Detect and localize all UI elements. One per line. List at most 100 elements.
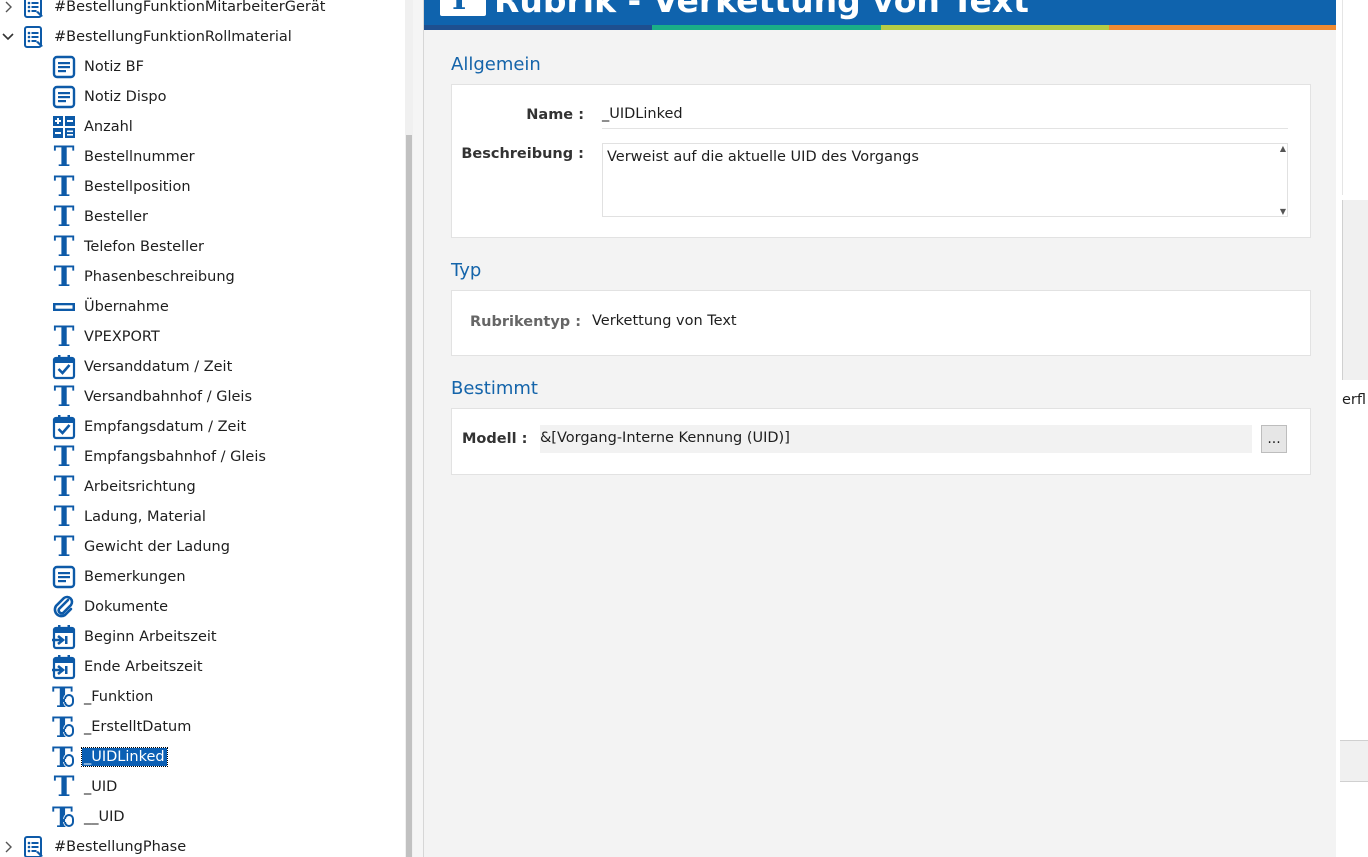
tree-view[interactable]: #BestellungFunktionMitarbeiterGerät #Best… (0, 0, 405, 857)
flag-bar-icon (52, 294, 76, 320)
name-label: Name : (526, 107, 584, 123)
list-doc-icon (22, 24, 46, 50)
tree-scrollbar-thumb[interactable] (406, 135, 412, 857)
tree-item-label: Versandbahnhof / Gleis (84, 389, 253, 405)
tree-item-label: Ende Arbeitszeit (84, 659, 203, 675)
rubrikentyp-label: Rubrikentyp : (470, 314, 582, 330)
tree-item-label: Empfangsbahnhof / Gleis (84, 449, 266, 465)
text-icon: T (440, 0, 486, 16)
text-icon: T (53, 380, 75, 413)
tree-item[interactable]: Notiz Dispo (52, 82, 168, 112)
tree-item[interactable]: Bemerkungen (52, 562, 188, 592)
tree-scrollbar[interactable] (405, 0, 413, 857)
chevron-right-icon[interactable] (0, 839, 16, 855)
tree-item[interactable]: T _UID (52, 772, 119, 802)
note-icon (52, 564, 76, 590)
beschreibung-text: Verweist auf die aktuelle UID des Vorgan… (607, 149, 919, 165)
text-icon: T (53, 500, 75, 533)
chevron-down-icon[interactable] (0, 29, 16, 45)
tree-item[interactable]: T Arbeitsrichtung (52, 472, 198, 502)
tree-item-label: Dokumente (84, 599, 169, 615)
tree-item[interactable]: T Gewicht der Ladung (52, 532, 232, 562)
text-icon: T (53, 530, 75, 563)
text-icon: T (53, 770, 75, 803)
tree-item[interactable]: Anzahl (52, 112, 135, 142)
tree-item[interactable]: T Bestellposition (52, 172, 193, 202)
tree-item[interactable]: T Telefon Besteller (52, 232, 206, 262)
list-doc-icon (22, 0, 46, 20)
tree-item[interactable]: Beginn Arbeitszeit (52, 622, 219, 652)
scroll-up-icon[interactable]: ▲ (1280, 144, 1286, 153)
tree-item[interactable]: Empfangsdatum / Zeit (52, 412, 248, 442)
background-window-pane (1342, 200, 1368, 380)
tree-item-label: Phasenbeschreibung (84, 269, 235, 285)
tree-item[interactable]: Dokumente (52, 592, 170, 622)
tree-item-label: #BestellungPhase (54, 839, 187, 855)
tree-item[interactable]: T Versandbahnhof / Gleis (52, 382, 254, 412)
paperclip-icon (52, 594, 76, 620)
tree-item[interactable]: Übernahme (52, 292, 171, 322)
section-title-typ: Typ (451, 260, 482, 281)
text-icon: T (53, 230, 75, 263)
tree-item-label: _Funktion (84, 689, 154, 705)
tree-item-label: Arbeitsrichtung (84, 479, 196, 495)
tree-item[interactable]: T VPEXPORT (52, 322, 162, 352)
tree-item[interactable]: T __UID (52, 802, 127, 832)
beschreibung-textarea[interactable]: Verweist auf die aktuelle UID des Vorgan… (602, 143, 1288, 217)
tree-item[interactable]: T Ladung, Material (52, 502, 208, 532)
tree-item-label: Besteller (84, 209, 148, 225)
tree-item[interactable]: T _ErstelltDatum (52, 712, 193, 742)
name-field[interactable]: _UIDLinked (602, 106, 683, 122)
tree-item[interactable]: T Phasenbeschreibung (52, 262, 237, 292)
header-color-stripe (424, 25, 1337, 30)
calendar-arrow-icon (52, 654, 76, 680)
section-title-allgemein: Allgemein (451, 54, 541, 75)
tree-item-label: #BestellungFunktionRollmaterial (54, 29, 292, 45)
tree-item[interactable]: T _Funktion (52, 682, 155, 712)
modell-field[interactable]: &[Vorgang-Interne Kennung (UID)] (540, 425, 1252, 453)
tree-item[interactable]: Notiz BF (52, 52, 146, 82)
scroll-down-icon[interactable]: ▼ (1280, 207, 1286, 216)
text-link-icon: T (52, 803, 76, 831)
card-bestimmt: Modell : &[Vorgang-Interne Kennung (UID)… (451, 408, 1311, 475)
tree-item-label: Notiz BF (84, 59, 144, 75)
modell-label: Modell : (462, 431, 528, 447)
list-doc-icon (22, 834, 46, 857)
modell-value: &[Vorgang-Interne Kennung (UID)] (540, 430, 790, 446)
text-icon: T (53, 470, 75, 503)
tree-item[interactable]: T Bestellnummer (52, 142, 197, 172)
stripe-segment (652, 25, 881, 30)
card-typ: Rubrikentyp : Verkettung von Text (451, 290, 1311, 356)
tree-item[interactable]: T Empfangsbahnhof / Gleis (52, 442, 268, 472)
tree-item[interactable]: T Besteller (52, 202, 150, 232)
properties-panel: T Rubrik - Verkettung von Text Allgemein… (423, 0, 1338, 857)
tree-group-node[interactable]: #BestellungFunktionRollmaterial (0, 22, 294, 52)
name-field-underline (602, 128, 1288, 129)
beschreibung-label: Beschreibung : (461, 146, 584, 162)
tree-item-label: Bestellposition (84, 179, 191, 195)
browse-button[interactable]: ... (1261, 425, 1287, 453)
tree-item-label: __UID (84, 809, 125, 825)
note-icon (52, 54, 76, 80)
tree-item-label: Beginn Arbeitszeit (84, 629, 217, 645)
note-icon (52, 84, 76, 110)
text-icon: T (53, 260, 75, 293)
tree-group-node[interactable]: #BestellungFunktionMitarbeiterGerät (0, 0, 327, 22)
tree-group-node[interactable]: #BestellungPhase (0, 832, 188, 857)
tree-item-label: Anzahl (84, 119, 133, 135)
text-icon: T (53, 320, 75, 353)
tree-item[interactable]: Ende Arbeitszeit (52, 652, 205, 682)
tree-item-label: Notiz Dispo (84, 89, 167, 105)
tree-item[interactable]: T _UIDLinked (52, 742, 168, 772)
calendar-check-icon (52, 414, 76, 440)
tree-item-label: _ErstelltDatum (84, 719, 192, 735)
tree-item-label: Bemerkungen (84, 569, 186, 585)
tree-item-label: Ladung, Material (84, 509, 206, 525)
text-icon: T (53, 170, 75, 203)
panel-title: Rubrik - Verkettung von Text (494, 0, 1029, 20)
text-icon: T (53, 140, 75, 173)
tree-item-label: #BestellungFunktionMitarbeiterGerät (54, 0, 326, 15)
tree-item[interactable]: Versanddatum / Zeit (52, 352, 234, 382)
chevron-right-icon[interactable] (0, 0, 16, 15)
calculator-icon (52, 114, 76, 140)
